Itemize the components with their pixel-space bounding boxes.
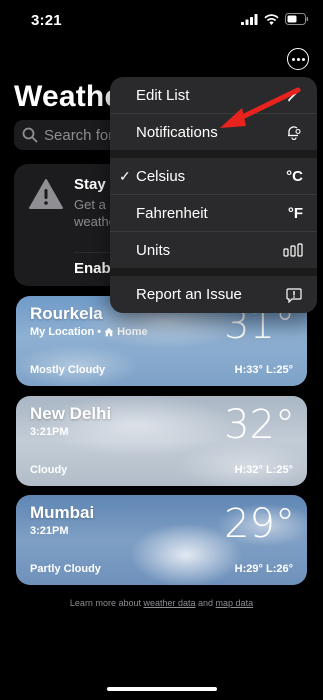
map-data-link[interactable]: map data — [216, 598, 254, 608]
battery-icon — [285, 13, 309, 25]
house-icon — [104, 327, 114, 337]
dot — [301, 57, 305, 61]
footer-mid: and — [195, 598, 216, 608]
city-temperature: 32° — [224, 402, 295, 448]
local-time: 3:21PM — [30, 525, 69, 537]
city-card-new-delhi[interactable]: New Delhi 3:21PM 32° Cloudy H:32° L:25° — [16, 396, 307, 486]
local-time: 3:21PM — [30, 426, 69, 438]
wifi-icon — [264, 13, 279, 25]
celsius-symbol: °C — [286, 167, 303, 185]
menu-item-report-issue[interactable]: Report an Issue — [110, 276, 317, 313]
city-subtitle: My Location • Home — [30, 326, 148, 338]
city-subtitle: 3:21PM — [30, 426, 69, 438]
city-name: New Delhi — [30, 404, 112, 423]
fahrenheit-symbol: °F — [287, 204, 303, 222]
city-condition: Partly Cloudy — [30, 563, 101, 575]
menu-label: Edit List — [136, 86, 190, 104]
city-name: Rourkela — [30, 304, 103, 323]
status-bar: 3:21 — [0, 0, 323, 44]
bar-chart-icon — [283, 243, 303, 257]
dot — [291, 57, 295, 61]
warning-triangle-icon — [29, 179, 63, 209]
menu-label: Fahrenheit — [136, 204, 208, 222]
annotation-arrow-icon — [220, 87, 301, 128]
menu-item-units[interactable]: Units — [110, 232, 317, 268]
city-high-low: H:32° L:25° — [234, 464, 293, 476]
menu-label: Celsius — [136, 167, 186, 185]
city-card-mumbai[interactable]: Mumbai 3:21PM 29° Partly Cloudy H:29° L:… — [16, 495, 307, 585]
weather-data-link[interactable]: weather data — [143, 598, 195, 608]
city-condition: Mostly Cloudy — [30, 364, 106, 376]
report-bubble-icon — [286, 287, 302, 303]
menu-section-gap — [110, 268, 317, 276]
status-time: 3:21 — [31, 12, 62, 29]
signal-icon — [241, 13, 258, 25]
menu-section-gap — [110, 150, 317, 158]
menu-label: Notifications — [136, 123, 218, 141]
city-high-low: H:33° L:25° — [234, 364, 293, 376]
dot — [296, 57, 300, 61]
menu-label: Units — [136, 241, 171, 259]
menu-label: Report an Issue — [136, 286, 242, 303]
data-sources-footer: Learn more about weather data and map da… — [0, 598, 323, 608]
city-name: Mumbai — [30, 503, 95, 522]
city-high-low: H:29° L:26° — [234, 563, 293, 575]
location-label: My Location • — [30, 326, 102, 338]
search-icon — [22, 127, 38, 143]
city-temperature: 29° — [224, 501, 295, 547]
home-indicator[interactable] — [107, 687, 217, 691]
home-label: Home — [117, 326, 148, 338]
footer-prefix: Learn more about — [69, 598, 144, 608]
city-condition: Cloudy — [30, 464, 68, 476]
more-options-button[interactable] — [287, 48, 309, 70]
menu-item-fahrenheit[interactable]: Fahrenheit °F — [110, 195, 317, 231]
status-icons — [241, 13, 309, 25]
menu-item-celsius[interactable]: ✓ Celsius °C — [110, 158, 317, 194]
checkmark-icon: ✓ — [119, 167, 131, 184]
city-subtitle: 3:21PM — [30, 525, 69, 537]
